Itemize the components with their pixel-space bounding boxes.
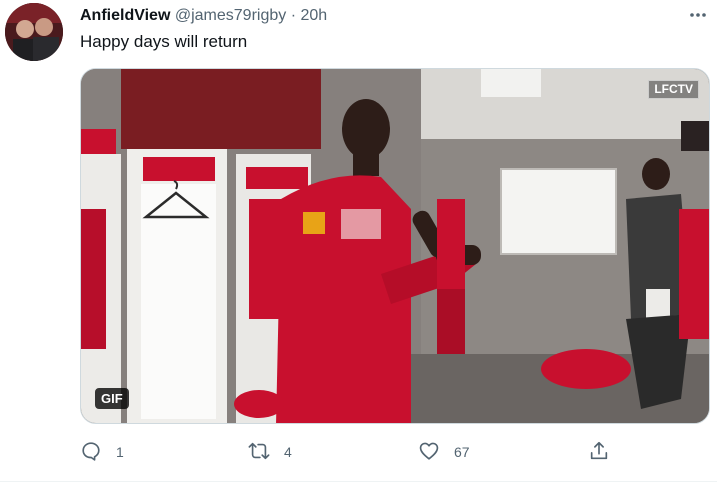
tweet-actions: 1 4 67	[80, 438, 620, 466]
like-button[interactable]: 67	[418, 438, 470, 466]
gif-media[interactable]: LFCTV GIF	[80, 68, 710, 424]
gif-badge: GIF	[95, 388, 129, 409]
user-handle[interactable]: @james79rigby	[175, 7, 286, 24]
retweet-icon	[248, 440, 270, 465]
separator-dot: ·	[290, 7, 297, 24]
avatar[interactable]	[5, 3, 63, 61]
reply-icon	[80, 440, 102, 465]
more-horizontal-icon[interactable]	[687, 4, 709, 26]
tweet[interactable]: AnfieldView @james79rigby · 20h Happy da…	[0, 0, 717, 482]
tweet-text: Happy days will return	[80, 32, 248, 51]
display-name[interactable]: AnfieldView	[80, 7, 170, 24]
reply-button[interactable]: 1	[80, 438, 124, 466]
retweet-count: 4	[284, 444, 292, 460]
share-icon	[588, 440, 610, 465]
timestamp[interactable]: 20h	[300, 7, 327, 24]
heart-icon	[418, 440, 440, 465]
tweet-header: AnfieldView @james79rigby · 20h	[80, 5, 677, 27]
share-button[interactable]	[588, 438, 610, 466]
like-count: 67	[454, 444, 470, 460]
reply-count: 1	[116, 444, 124, 460]
retweet-button[interactable]: 4	[248, 438, 292, 466]
lfctv-watermark: LFCTV	[648, 80, 699, 99]
